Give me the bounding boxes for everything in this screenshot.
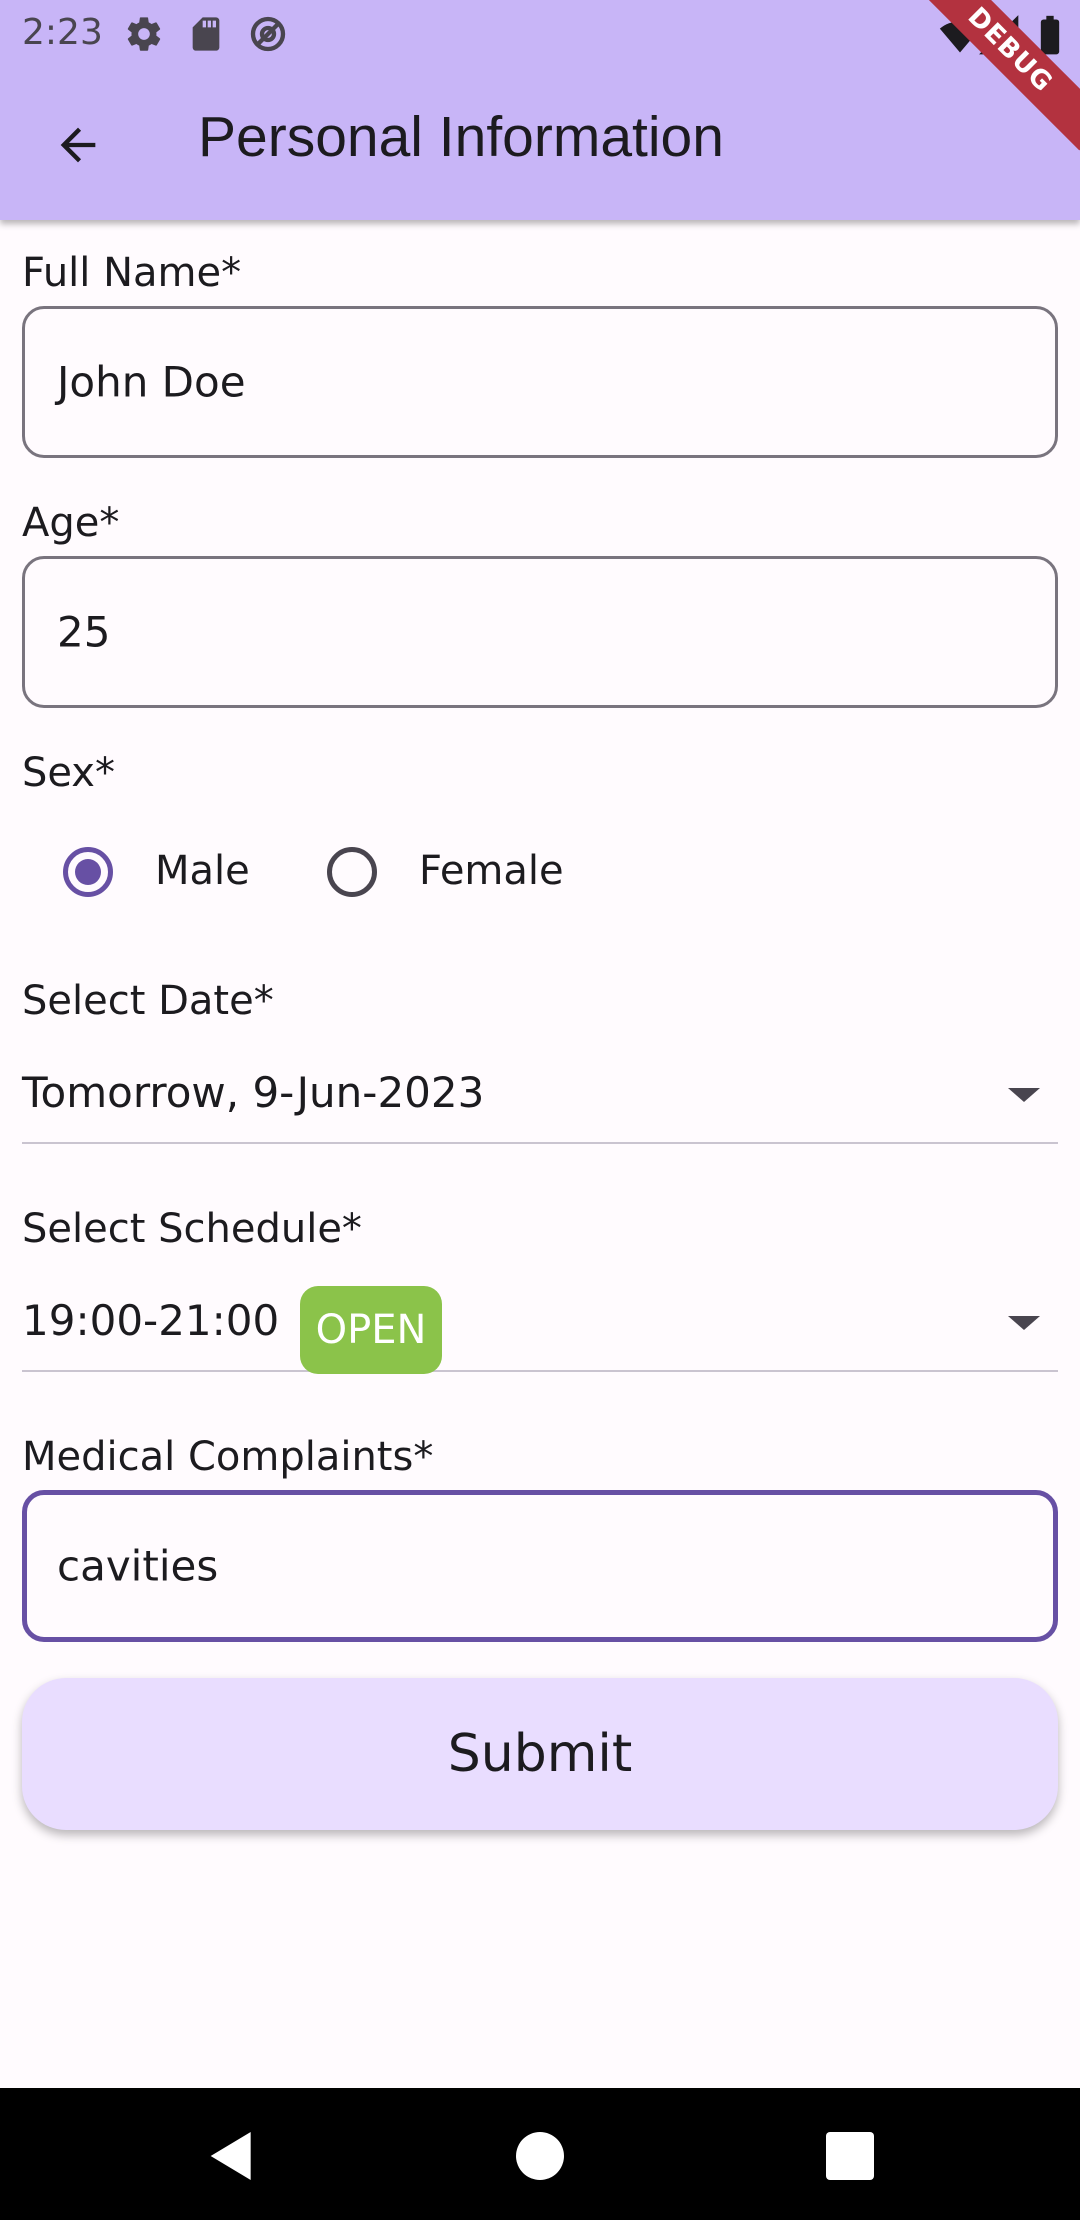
status-badge: OPEN	[300, 1286, 442, 1374]
date-dropdown[interactable]: Tomorrow, 9-Jun-2023	[22, 1044, 1058, 1144]
full-name-value: John Doe	[57, 357, 246, 407]
schedule-dropdown[interactable]: 19:00-21:00 OPEN	[22, 1272, 1058, 1374]
radio-male[interactable]	[63, 847, 113, 897]
date-dropdown-value: Tomorrow, 9-Jun-2023	[22, 1068, 485, 1117]
arrow-back-icon	[60, 127, 96, 163]
medical-complaints-value: cavities	[57, 1541, 219, 1591]
chevron-down-icon	[1008, 1088, 1040, 1102]
medical-complaints-label: Medical Complaints*	[22, 1434, 434, 1480]
schedule-dropdown-value: 19:00-21:00	[22, 1296, 280, 1345]
home-circle-icon[interactable]	[508, 2124, 572, 2188]
page-title: Personal Information	[198, 105, 724, 169]
age-label: Age*	[22, 500, 120, 546]
back-button[interactable]	[38, 105, 118, 185]
age-field[interactable]: 25	[22, 556, 1058, 708]
chevron-down-icon	[1008, 1316, 1040, 1330]
full-name-field[interactable]: John Doe	[22, 306, 1058, 458]
status-time: 2:23	[22, 12, 103, 53]
full-name-label: Full Name*	[22, 250, 242, 296]
select-schedule-label: Select Schedule*	[22, 1206, 362, 1252]
medical-complaints-field[interactable]: cavities	[22, 1490, 1058, 1642]
submit-button[interactable]: Submit	[22, 1678, 1058, 1830]
settings-icon	[127, 17, 161, 51]
back-triangle-icon[interactable]	[200, 2124, 264, 2188]
select-date-label: Select Date*	[22, 978, 274, 1024]
radio-female-label[interactable]: Female	[419, 848, 564, 894]
age-value: 25	[57, 607, 111, 657]
app-bar: 2:23 Personal Information DEBUG	[0, 0, 1080, 220]
sex-label: Sex*	[22, 750, 115, 796]
radio-female[interactable]	[327, 847, 377, 897]
system-nav-bar	[0, 2088, 1080, 2220]
at-sign-icon	[250, 16, 286, 52]
radio-male-label[interactable]: Male	[155, 848, 250, 894]
sd-card-icon	[192, 17, 220, 51]
recents-square-icon[interactable]	[818, 2124, 882, 2188]
